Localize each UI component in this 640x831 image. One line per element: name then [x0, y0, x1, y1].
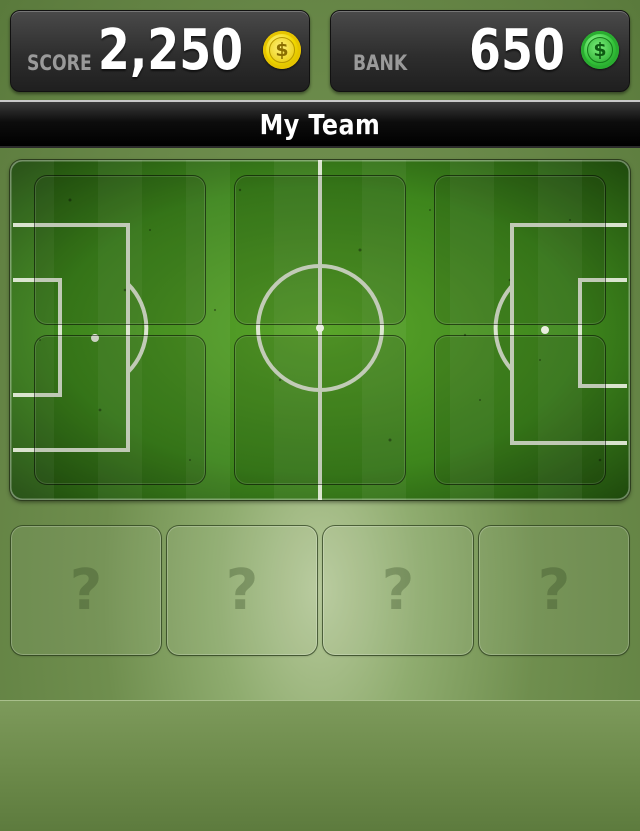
- coin-symbol: $: [269, 37, 295, 63]
- green-coin-icon: $: [581, 31, 619, 69]
- bench-card[interactable]: ?: [479, 526, 629, 655]
- page-title: My Team: [259, 107, 381, 141]
- score-panel: SCORE 2,250 $: [10, 10, 310, 92]
- player-slot[interactable]: [435, 336, 605, 484]
- question-mark-icon: ?: [381, 558, 415, 623]
- bench-card[interactable]: ?: [323, 526, 473, 655]
- bank-panel: BANK 650 $: [330, 10, 630, 92]
- gold-coin-icon: $: [263, 31, 301, 69]
- bench-card[interactable]: ?: [167, 526, 317, 655]
- question-mark-icon: ?: [537, 558, 571, 623]
- player-slot[interactable]: [435, 176, 605, 324]
- question-mark-icon: ?: [225, 558, 259, 623]
- football-pitch: [10, 160, 630, 500]
- score-value: 2,250: [97, 18, 243, 83]
- score-label: SCORE: [27, 51, 92, 75]
- player-slot[interactable]: [35, 176, 205, 324]
- player-slot[interactable]: [235, 336, 405, 484]
- question-mark-icon: ?: [69, 558, 103, 623]
- bank-label: BANK: [353, 51, 408, 75]
- coin-symbol: $: [587, 37, 613, 63]
- player-slot[interactable]: [35, 336, 205, 484]
- bank-value: 650: [469, 18, 565, 83]
- bottom-panel: [0, 700, 640, 831]
- player-slot[interactable]: [235, 176, 405, 324]
- bench-card[interactable]: ?: [11, 526, 161, 655]
- title-bar: My Team: [0, 100, 640, 148]
